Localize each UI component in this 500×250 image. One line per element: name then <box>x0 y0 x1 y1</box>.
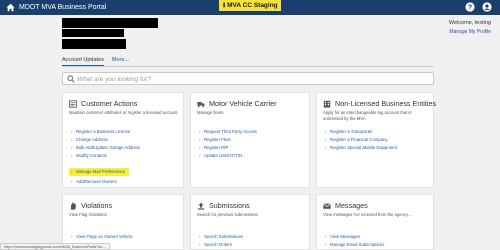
info-icon: ℹ <box>223 3 226 9</box>
card-link-list: Search Submissions Search Orders <box>199 233 243 249</box>
upload-icon <box>197 202 205 210</box>
modify-contacts-link[interactable]: Modify Contacts <box>71 152 140 160</box>
view-flags-on-owned-vehicle-link[interactable]: View Flags on Owned Vehicle <box>71 233 133 241</box>
register-transporter-link[interactable]: Register a Transporter <box>325 128 397 136</box>
card-link-list: Register a Transporter Register a Financ… <box>325 128 397 152</box>
tab-divider <box>62 66 434 67</box>
account-icon[interactable] <box>482 2 492 12</box>
card-description: Maintain customer attributes or register… <box>69 110 179 115</box>
redacted-business-name <box>62 18 158 28</box>
card-link-list: View Flags on Owned Vehicle <box>71 233 133 241</box>
card-link-list: Register a Business License Change Addre… <box>69 128 140 187</box>
search-orders-link[interactable]: Search Orders <box>199 241 243 249</box>
card-title: Submissions <box>209 201 250 210</box>
card-violations: Violations View Flag Violations. View Fl… <box>62 194 184 250</box>
register-irp-link[interactable]: Register IRP <box>199 144 257 152</box>
register-fleet-link[interactable]: Register Fleet <box>199 136 257 144</box>
bulk-update-garage-address-link[interactable]: Bulk Add/Update Garage Address <box>71 144 140 152</box>
add-remove-owners-link[interactable]: Add/Remove Owners <box>71 178 140 186</box>
register-financial-company-link[interactable]: Register a Financial Company <box>325 136 397 144</box>
register-business-license-link[interactable]: Register a Business License <box>71 128 140 136</box>
card-description: View Flag Violations. <box>69 212 108 217</box>
card-description: Manage fleets. <box>197 110 225 115</box>
tab-more[interactable]: More... <box>112 57 129 66</box>
manage-email-subscriptions-link[interactable]: Manage Email Subscriptions <box>325 241 384 249</box>
redacted-business-address <box>62 39 126 49</box>
search-icon <box>67 75 75 83</box>
top-navigation-bar: MDOT MVA Business Portal ℹ MVA CC Stagin… <box>0 0 500 15</box>
search-input[interactable] <box>77 74 427 84</box>
status-bar-url: https://mdotmva.stagingportal.com/s/MVA_… <box>0 243 111 250</box>
envelope-icon <box>323 203 331 209</box>
tab-account-updates[interactable]: Account Updates <box>62 57 104 66</box>
card-title: Messages <box>335 201 368 210</box>
welcome-text: Welcome, testing <box>448 20 491 26</box>
card-customer-actions: Customer Actions Maintain customer attri… <box>62 92 184 188</box>
card-messages: Messages View messages I've received fro… <box>316 194 434 250</box>
card-title: Non-Licensed Business Entities <box>335 99 437 108</box>
tab-bar: Account Updates More... <box>62 57 129 66</box>
update-usdot-tin-link[interactable]: Update USDOT/TIN <box>199 152 257 160</box>
card-description: Apply for an interchangeable tag account… <box>323 110 412 121</box>
building-icon <box>323 100 331 108</box>
card-title: Violations <box>81 201 113 210</box>
help-icon[interactable]: ? <box>465 2 475 12</box>
card-description: View messages I've received from the age… <box>323 212 412 217</box>
view-messages-link[interactable]: View Messages <box>325 233 384 241</box>
change-address-link[interactable]: Change Address <box>71 136 140 144</box>
card-title: Motor Vehicle Carrier <box>209 99 277 108</box>
search-box[interactable] <box>62 72 434 85</box>
register-special-mobile-equipment-link[interactable]: Register Special Mobile Equipment <box>325 144 397 152</box>
card-link-list: View Messages Manage Email Subscriptions <box>325 233 384 249</box>
card-title: Customer Actions <box>81 99 138 108</box>
hand-icon <box>71 202 76 210</box>
redacted-business-id <box>62 29 124 37</box>
card-link-list: Request Third Party Access Register Flee… <box>199 128 257 160</box>
manage-profile-link[interactable]: Manage My Profile <box>449 29 491 35</box>
card-submissions: Submissions Search for previous submissi… <box>190 194 310 250</box>
card-description: Search for previous submissions. <box>197 212 259 217</box>
truck-icon <box>197 101 205 107</box>
environment-badge: ℹ MVA CC Staging <box>219 0 281 11</box>
person-card-icon <box>69 99 77 108</box>
portal-title[interactable]: MDOT MVA Business Portal <box>19 2 106 13</box>
home-icon[interactable] <box>6 3 15 12</box>
manage-mail-preferences-link[interactable]: Manage Mail Preferences <box>69 168 129 177</box>
environment-badge-label: MVA CC Staging <box>227 2 278 9</box>
svg-text:?: ? <box>468 4 472 11</box>
card-motor-vehicle-carrier: Motor Vehicle Carrier Manage fleets. Req… <box>190 92 310 188</box>
search-submissions-link[interactable]: Search Submissions <box>199 233 243 241</box>
card-non-licensed-business-entities: Non-Licensed Business Entities Apply for… <box>316 92 437 188</box>
request-third-party-access-link[interactable]: Request Third Party Access <box>199 128 257 136</box>
